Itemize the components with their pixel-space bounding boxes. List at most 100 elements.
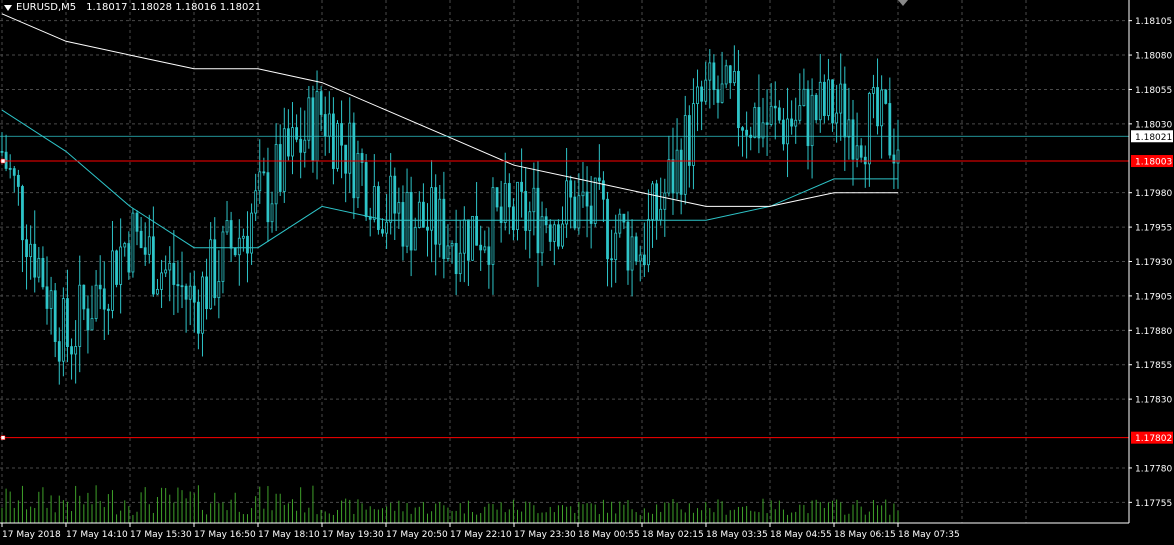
- time-tick-label: 17 May 23:30: [514, 530, 576, 540]
- candle-body: [503, 183, 507, 223]
- candle-body: [622, 213, 626, 223]
- candle-body: [462, 219, 466, 254]
- candle-body: [855, 145, 859, 160]
- candle-body: [90, 318, 94, 331]
- candle-body: [467, 219, 470, 261]
- candle-body: [872, 87, 875, 94]
- candle-body: [307, 97, 311, 141]
- candle-body: [683, 115, 687, 195]
- candle-body: [139, 230, 143, 249]
- time-tick-label: 18 May 03:35: [706, 530, 768, 540]
- hline-handle-icon[interactable]: [0, 435, 6, 440]
- candle-body: [507, 183, 511, 208]
- hline-price-label: 1.18003: [1135, 158, 1172, 168]
- candle-body: [831, 79, 834, 124]
- candle-body: [74, 346, 78, 355]
- candle-body: [196, 301, 200, 334]
- price-tick-label: 1.17855: [1135, 361, 1172, 371]
- candle-body: [8, 168, 12, 170]
- candle-body: [372, 186, 376, 220]
- candle-body: [192, 285, 196, 303]
- candle-body: [512, 206, 515, 230]
- hline-handle-icon[interactable]: [0, 158, 6, 164]
- candle-body: [348, 122, 352, 174]
- candle-body: [331, 113, 335, 169]
- candle-body: [422, 201, 425, 228]
- candle-body: [487, 246, 491, 265]
- candle-body: [209, 239, 213, 310]
- candle-body: [151, 236, 155, 295]
- candle-body: [516, 181, 519, 230]
- candle-body: [123, 243, 127, 248]
- candle-body: [614, 232, 618, 260]
- candle-body: [610, 258, 614, 261]
- candle-body: [880, 89, 884, 127]
- candle-body: [630, 236, 634, 271]
- price-tick-label: 1.17955: [1135, 224, 1172, 234]
- candle-body: [172, 262, 176, 285]
- candle-body: [548, 224, 552, 242]
- candle-body: [409, 191, 413, 251]
- candle-body: [319, 91, 323, 115]
- price-chart[interactable]: 1.18105 1.18080 1.18055 1.18030 1.17980 1.179…: [0, 0, 1174, 545]
- candle-body: [696, 86, 699, 105]
- candle-body: [303, 139, 307, 153]
- candle-body: [577, 195, 581, 229]
- candle-body: [111, 250, 114, 311]
- candle-body: [377, 186, 380, 230]
- ohlc-readout: 1.18017 1.18028 1.18016 1.18021: [86, 2, 262, 13]
- time-tick-label: 18 May 00:55: [578, 530, 640, 540]
- candle-body: [818, 81, 822, 121]
- candle-body: [589, 205, 593, 224]
- candle-body: [753, 107, 757, 138]
- candle-body: [876, 87, 879, 127]
- candle-body: [737, 70, 740, 129]
- candle-body: [692, 103, 695, 166]
- chart-menu-triangle-icon[interactable]: [4, 4, 12, 11]
- candle-body: [315, 91, 319, 162]
- candle-body: [773, 105, 777, 109]
- candle-body: [364, 162, 368, 218]
- candle-body: [593, 177, 597, 224]
- candle-body: [180, 285, 184, 288]
- candle-body: [434, 187, 438, 245]
- candle-body: [765, 122, 769, 125]
- candle-body: [295, 127, 298, 140]
- candle-body: [86, 308, 90, 331]
- candle-body: [156, 289, 159, 295]
- time-tick-label: 17 May 18:10: [258, 530, 320, 540]
- candle-body: [450, 243, 454, 247]
- time-tick-label: 17 May 16:50: [194, 530, 256, 540]
- candle-body: [16, 174, 20, 187]
- candle-body: [131, 212, 135, 273]
- candle-body: [147, 236, 151, 255]
- candle-body: [254, 190, 258, 214]
- candle-body: [565, 180, 569, 225]
- candle-body: [78, 284, 82, 347]
- candle-body: [336, 123, 339, 169]
- candle-body: [401, 202, 405, 247]
- candle-body: [806, 88, 810, 147]
- chart-window[interactable]: 1.18105 1.18080 1.18055 1.18030 1.17980 1.179…: [0, 0, 1174, 545]
- price-tick-label: 1.18080: [1135, 52, 1172, 62]
- candle-body: [761, 122, 765, 139]
- candle-body: [143, 247, 147, 255]
- candle-body: [626, 221, 630, 271]
- candle-body: [704, 79, 708, 102]
- candle-body: [205, 276, 208, 310]
- candle-body: [442, 198, 446, 259]
- candle-body: [839, 83, 843, 114]
- price-tick-label: 1.18105: [1135, 17, 1172, 27]
- candle-body: [57, 341, 61, 362]
- candle-body: [867, 93, 871, 165]
- candle-body: [168, 262, 172, 271]
- candle-body: [381, 229, 384, 234]
- candle-body: [822, 81, 826, 116]
- candle-body: [810, 94, 814, 147]
- candle-body: [888, 103, 892, 156]
- time-tick-label: 18 May 06:15: [834, 530, 896, 540]
- chart-background: [0, 0, 1174, 545]
- candle-body: [524, 191, 528, 231]
- candle-body: [417, 201, 421, 228]
- candle-body: [602, 180, 605, 200]
